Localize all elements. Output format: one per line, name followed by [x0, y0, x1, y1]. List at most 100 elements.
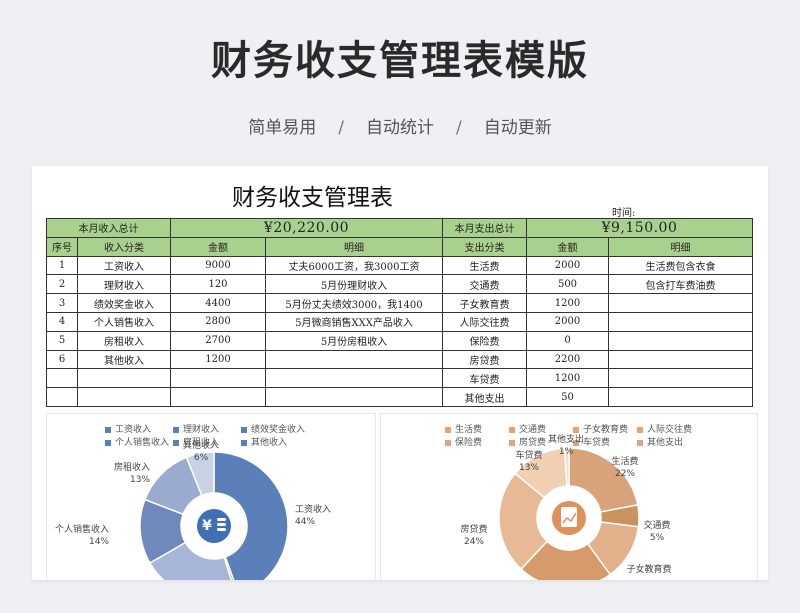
income-category-cell: 房租收入 — [77, 330, 171, 351]
income-category-cell: 工资收入 — [77, 255, 171, 276]
income-category-cell — [77, 387, 171, 407]
slice-label-percent: 44% — [295, 517, 315, 527]
row-index-cell: 3 — [46, 293, 78, 313]
tag-separator: / — [338, 118, 344, 138]
tag-auto-update: 自动更新 — [483, 118, 552, 138]
slice-label-name: 车贷费 — [515, 449, 542, 461]
expense-amount-cell: 50 — [526, 387, 609, 407]
expense-category-cell: 生活费 — [442, 255, 527, 276]
income-category-cell: 个人销售收入 — [77, 311, 171, 332]
income-total-value: ¥20,220.00 — [170, 218, 443, 238]
header-income-amount: 金额 — [170, 236, 266, 257]
table-row: 6 其他收入 1200 房贷费 2200 — [46, 349, 753, 370]
slice-label-percent: 13% — [130, 475, 150, 485]
expense-chart-panel: 生活费 交通费 子女教育费 人际交往费 保险费 房贷费 车贷费 其他支出 生活费 22% 交通费 5… — [380, 413, 758, 580]
table-row: 2 理财收入 120 5月份理财收入 交通费 500 包含打车费油费 — [46, 274, 753, 295]
income-amount-cell — [170, 387, 266, 407]
table-row: 车贷费 1200 — [46, 368, 753, 389]
expense-total-value: ¥9,150.00 — [526, 218, 753, 238]
row-index-cell: 4 — [46, 311, 78, 332]
finance-table: 本月收入总计 ¥20,220.00 本月支出总计 ¥9,150.00 序号 收入分… — [46, 218, 753, 407]
tag-easy: 简单易用 — [248, 118, 317, 138]
income-detail-cell: 5月份房租收入 — [265, 330, 443, 351]
income-amount-cell: 1200 — [170, 349, 266, 370]
table-row: 5 房租收入 2700 5月份房租收入 保险费 0 — [46, 330, 753, 351]
expense-category-cell: 其他支出 — [442, 387, 527, 407]
money-chart-icon — [541, 490, 597, 546]
expense-amount-cell: 2000 — [526, 311, 609, 332]
income-donut-chart: ¥ 工资收入 44% 个人销售收入 14% 房租收入 13% 其他收入 6% — [55, 439, 331, 580]
yen-glyph: ¥ — [202, 518, 212, 534]
spreadsheet-preview: 财务收支管理表 时间: 本月收入总计 ¥20,220.00 本月支出总计 ¥9,… — [32, 166, 768, 580]
table-row: 1 工资收入 9000 丈夫6000工资，我3000工资 生活费 2000 生活费包含衣食 — [46, 255, 753, 276]
slice-label-percent: 24% — [464, 537, 484, 547]
income-total-label: 本月收入总计 — [46, 218, 171, 238]
income-amount-cell: 120 — [170, 274, 266, 295]
slice-label-percent: 22% — [615, 469, 635, 479]
slice-label-name: 其他收入 — [183, 439, 219, 451]
expense-category-cell: 人际交往费 — [442, 311, 527, 332]
expense-donut-chart: 生活费 22% 交通费 5% 子女教育费 房贷费 24% 车贷费 13% 其他支出 1% — [460, 433, 672, 580]
row-index-cell — [46, 387, 78, 407]
income-detail-cell: 5月份理财收入 — [265, 274, 443, 295]
yen-coins-icon: ¥ — [185, 497, 243, 555]
income-category-cell: 其他收入 — [77, 349, 171, 370]
income-category-cell: 绩效奖金收入 — [77, 293, 171, 313]
row-index-cell: 5 — [46, 330, 78, 351]
slice-label-name: 其他支出 — [548, 433, 584, 445]
tag-auto-stats: 自动统计 — [366, 118, 434, 138]
slice-label-name: 子女教育费 — [626, 563, 671, 575]
expense-amount-cell: 1200 — [526, 293, 609, 313]
income-amount-cell: 2700 — [170, 330, 266, 351]
sheet-title: 财务收支管理表 — [232, 185, 393, 211]
expense-amount-cell: 2200 — [526, 349, 609, 370]
banner-title: 财务收支管理表模版 — [211, 38, 589, 84]
header-expense-amount: 金额 — [526, 236, 609, 257]
row-index-cell: 1 — [46, 255, 78, 276]
expense-category-cell: 交通费 — [442, 274, 527, 295]
table-row: 3 绩效奖金收入 4400 5月份丈夫绩效3000，我1400 子女教育费 1200 — [46, 293, 753, 313]
table-row: 其他支出 50 — [46, 387, 753, 407]
income-chart-panel: 工资收入 理财收入 绩效奖金收入 个人销售收入 房租收入 其他收入 ¥ 工资收入 44% 个人销… — [46, 413, 376, 580]
income-category-cell: 理财收入 — [77, 274, 171, 295]
slice-label-percent: 1% — [559, 447, 574, 457]
income-amount-cell: 4400 — [170, 293, 266, 313]
header-income-detail: 明细 — [265, 236, 443, 257]
slice-label-name: 工资收入 — [295, 503, 331, 515]
income-detail-cell — [265, 387, 443, 407]
banner-tags: 简单易用 / 自动统计 / 自动更新 — [0, 113, 800, 138]
income-detail-cell: 丈夫6000工资，我3000工资 — [265, 255, 443, 276]
slice-label-percent: 14% — [89, 537, 109, 547]
expense-category-cell: 子女教育费 — [442, 293, 527, 313]
header-expense-detail: 明细 — [608, 236, 753, 257]
income-category-cell — [77, 368, 171, 389]
table-row: 4 个人销售收入 2800 5月微商销售XXX产品收入 人际交往费 2000 — [46, 311, 753, 332]
expense-total-label: 本月支出总计 — [442, 218, 527, 238]
expense-amount-cell: 0 — [526, 330, 609, 351]
income-amount-cell — [170, 368, 266, 389]
expense-category-cell: 车贷费 — [442, 368, 527, 389]
expense-category-cell: 保险费 — [442, 330, 527, 351]
row-index-cell: 2 — [46, 274, 78, 295]
slice-label-percent: 6% — [194, 453, 209, 463]
income-detail-cell — [265, 368, 443, 389]
expense-detail-cell: 包含打车费油费 — [608, 274, 753, 295]
row-index-cell: 6 — [46, 349, 78, 370]
slice-label-percent: 5% — [650, 533, 665, 543]
expense-detail-cell — [608, 293, 753, 313]
row-index-cell — [46, 368, 78, 389]
slice-label-name: 房租收入 — [114, 461, 150, 473]
time-label: 时间: — [612, 208, 636, 219]
header-expense-category: 支出分类 — [442, 236, 527, 257]
expense-detail-cell — [608, 349, 753, 370]
income-detail-cell: 5月微商销售XXX产品收入 — [265, 311, 443, 332]
slice-label-percent: 13% — [519, 463, 539, 473]
expense-category-cell: 房贷费 — [442, 349, 527, 370]
income-amount-cell: 9000 — [170, 255, 266, 276]
slice-label-name: 个人销售收入 — [55, 523, 109, 535]
expense-amount-cell: 1200 — [526, 368, 609, 389]
expense-detail-cell: 生活费包含衣食 — [608, 255, 753, 276]
income-detail-cell: 5月份丈夫绩效3000，我1400 — [265, 293, 443, 313]
slice-label-name: 交通费 — [643, 519, 670, 531]
slice-label-name: 房贷费 — [460, 523, 487, 535]
